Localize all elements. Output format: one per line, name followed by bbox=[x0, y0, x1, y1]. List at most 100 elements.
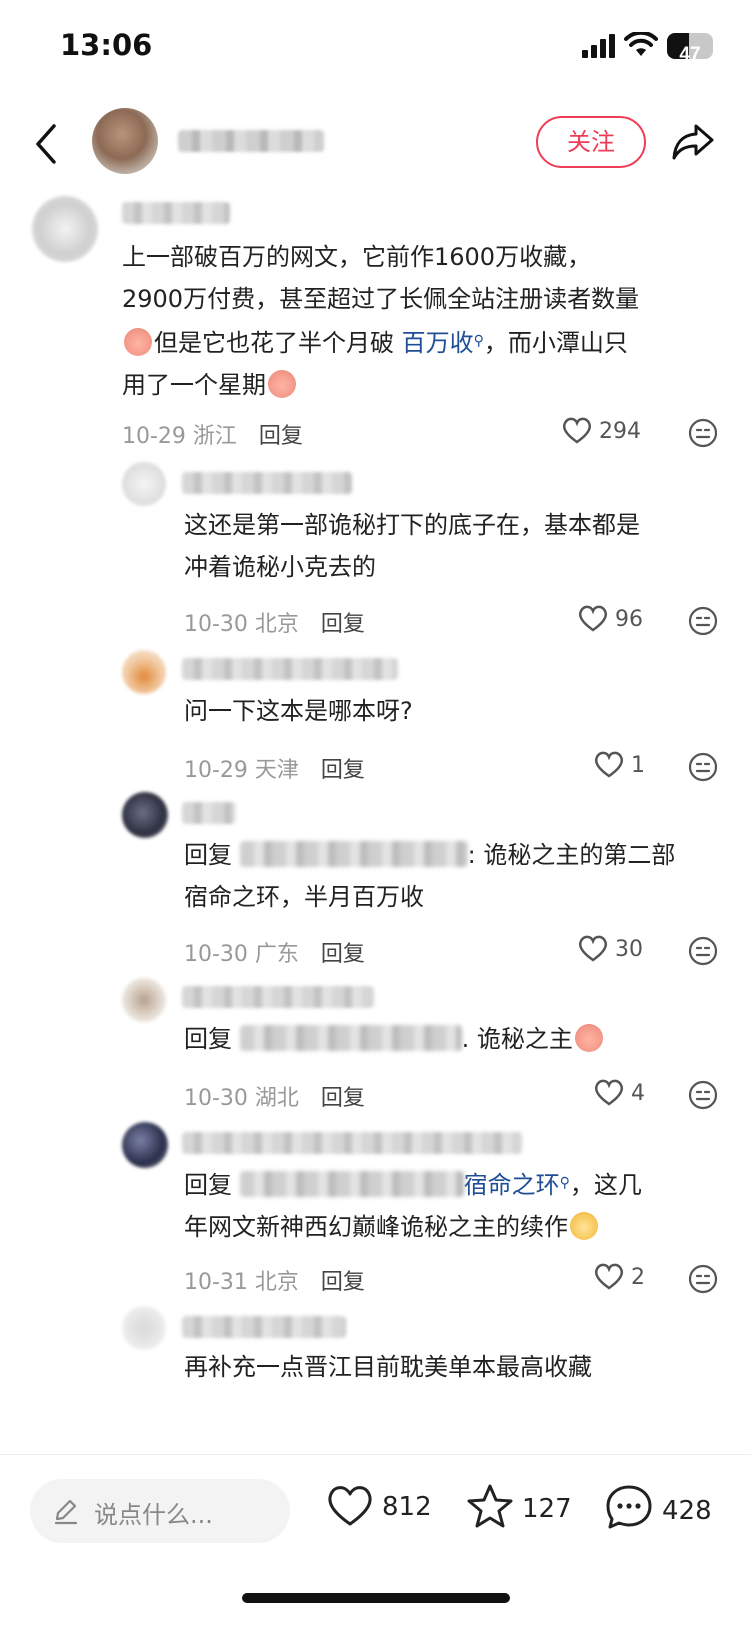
comment-meta: 10-30 广东 回复 bbox=[184, 936, 365, 968]
search-link[interactable]: 百万收 bbox=[402, 329, 474, 357]
like-button[interactable]: 294 bbox=[562, 416, 641, 444]
comment-input-placeholder: 说点什么... bbox=[94, 1501, 213, 1529]
comment-text: 回复 宿命之环⚲，这几 年网文新神西幻巅峰诡秘之主的续作 bbox=[184, 1171, 642, 1241]
reply-button[interactable]: 回复 bbox=[321, 758, 365, 783]
comment-meta: 10-31 北京 回复 bbox=[184, 1264, 365, 1296]
like-button[interactable]: 96 bbox=[578, 604, 643, 632]
mention-blurred[interactable] bbox=[239, 1025, 462, 1051]
comment-meta: 10-30 北京 回复 bbox=[184, 606, 365, 638]
post-like-count: 812 bbox=[382, 1492, 432, 1522]
reply-button[interactable]: 回复 bbox=[321, 612, 365, 637]
dislike-icon[interactable] bbox=[688, 1080, 718, 1110]
comment-text: 问一下这本是哪本呀? bbox=[184, 697, 413, 725]
heart-icon bbox=[594, 1263, 624, 1290]
commenter-name-blurred[interactable] bbox=[182, 986, 374, 1008]
reply-button[interactable]: 回复 bbox=[321, 1270, 365, 1295]
like-count: 294 bbox=[599, 419, 641, 444]
heart-icon bbox=[594, 1079, 624, 1106]
like-count: 2 bbox=[631, 1265, 645, 1290]
battery-icon: 47 bbox=[667, 33, 713, 59]
comment-meta: 10-29 天津 回复 bbox=[184, 752, 365, 784]
home-indicator bbox=[242, 1593, 510, 1603]
bottom-action-bar: 说点什么... 812 127 428 bbox=[0, 1454, 751, 1627]
scroll-fade bbox=[0, 1430, 751, 1454]
post-favorite-count: 127 bbox=[522, 1494, 572, 1524]
dislike-icon[interactable] bbox=[688, 418, 718, 448]
comment-bubble-icon bbox=[606, 1485, 652, 1529]
reply-button[interactable]: 回复 bbox=[259, 424, 303, 449]
post-comments-button[interactable]: 428 bbox=[604, 1483, 712, 1531]
post-header: 关注 bbox=[0, 100, 751, 196]
share-icon[interactable] bbox=[670, 122, 716, 162]
comment-date-location: 10-30 北京 bbox=[184, 612, 299, 637]
like-count: 30 bbox=[615, 937, 643, 962]
avatar[interactable] bbox=[122, 462, 166, 506]
avatar[interactable] bbox=[122, 650, 166, 694]
comment-date-location: 10-30 湖北 bbox=[184, 1086, 299, 1111]
pencil-icon bbox=[54, 1499, 78, 1525]
comment-text: 这还是第一部诡秘打下的底子在，基本都是 冲着诡秘小克去的 bbox=[184, 511, 640, 581]
avatar[interactable] bbox=[122, 792, 168, 838]
commenter-name-blurred[interactable] bbox=[182, 658, 398, 680]
heart-icon bbox=[594, 751, 624, 778]
comment-text: 回复 : 诡秘之主的第二部 宿命之环，半月百万收 bbox=[184, 841, 676, 911]
post-comments-count: 428 bbox=[662, 1496, 712, 1526]
like-button[interactable]: 1 bbox=[594, 750, 645, 778]
search-link[interactable]: 宿命之环 bbox=[464, 1171, 560, 1199]
commenter-name-blurred[interactable] bbox=[122, 202, 230, 224]
comment-text: 再补充一点晋江目前耽美单本最高收藏 bbox=[184, 1353, 592, 1381]
like-button[interactable]: 4 bbox=[594, 1078, 645, 1106]
emoji-icon bbox=[124, 328, 152, 356]
search-icon: ⚲ bbox=[559, 1175, 570, 1191]
commenter-name-blurred[interactable] bbox=[182, 802, 236, 824]
status-time: 13:06 bbox=[60, 28, 153, 62]
dislike-icon[interactable] bbox=[688, 752, 718, 782]
post-favorite-button[interactable]: 127 bbox=[466, 1483, 572, 1529]
like-count: 1 bbox=[631, 753, 645, 778]
comment-input[interactable]: 说点什么... bbox=[30, 1479, 290, 1543]
reply-button[interactable]: 回复 bbox=[321, 1086, 365, 1111]
heart-icon bbox=[328, 1486, 372, 1526]
back-icon[interactable] bbox=[32, 122, 60, 166]
comment-date-location: 10-29 浙江 bbox=[122, 424, 237, 449]
comment-date-location: 10-29 天津 bbox=[184, 758, 299, 783]
comment-date-location: 10-30 广东 bbox=[184, 942, 299, 967]
dislike-icon[interactable] bbox=[688, 1264, 718, 1294]
avatar[interactable] bbox=[122, 1122, 168, 1168]
mention-blurred[interactable] bbox=[239, 1171, 464, 1197]
comment-text: 回复 . 诡秘之主 bbox=[184, 1018, 724, 1060]
dislike-icon[interactable] bbox=[688, 936, 718, 966]
cellular-signal-icon bbox=[582, 34, 615, 58]
emoji-icon bbox=[268, 370, 296, 398]
emoji-icon bbox=[570, 1212, 598, 1240]
comment-meta: 10-30 湖北 回复 bbox=[184, 1080, 365, 1112]
post-like-button[interactable]: 812 bbox=[326, 1483, 432, 1527]
avatar[interactable] bbox=[122, 978, 166, 1022]
dislike-icon[interactable] bbox=[688, 606, 718, 636]
heart-icon bbox=[578, 605, 608, 632]
commenter-name-blurred[interactable] bbox=[182, 1132, 522, 1154]
commenter-name-blurred[interactable] bbox=[182, 1316, 346, 1338]
comment-meta: 10-29 浙江 回复 bbox=[122, 418, 303, 450]
like-count: 96 bbox=[615, 607, 643, 632]
like-count: 4 bbox=[631, 1081, 645, 1106]
avatar[interactable] bbox=[122, 1306, 166, 1350]
star-icon bbox=[467, 1484, 513, 1528]
emoji-icon bbox=[574, 1024, 603, 1052]
like-button[interactable]: 2 bbox=[594, 1262, 645, 1290]
author-name-blurred[interactable] bbox=[178, 130, 324, 152]
heart-icon bbox=[578, 935, 608, 962]
battery-level: 47 bbox=[679, 44, 701, 59]
status-bar: 13:06 47 bbox=[0, 0, 751, 96]
comment-date-location: 10-31 北京 bbox=[184, 1270, 299, 1295]
avatar[interactable] bbox=[32, 196, 98, 262]
heart-icon bbox=[562, 417, 592, 444]
like-button[interactable]: 30 bbox=[578, 934, 643, 962]
search-icon: ⚲ bbox=[473, 333, 484, 349]
author-avatar[interactable] bbox=[92, 108, 158, 174]
mention-blurred[interactable] bbox=[239, 841, 468, 867]
comment-text: 上一部破百万的网文，它前作1600万收藏， 2900万付费，甚至超过了长佩全站注… bbox=[122, 243, 640, 399]
follow-button[interactable]: 关注 bbox=[536, 116, 646, 168]
commenter-name-blurred[interactable] bbox=[182, 472, 352, 494]
reply-button[interactable]: 回复 bbox=[321, 942, 365, 967]
